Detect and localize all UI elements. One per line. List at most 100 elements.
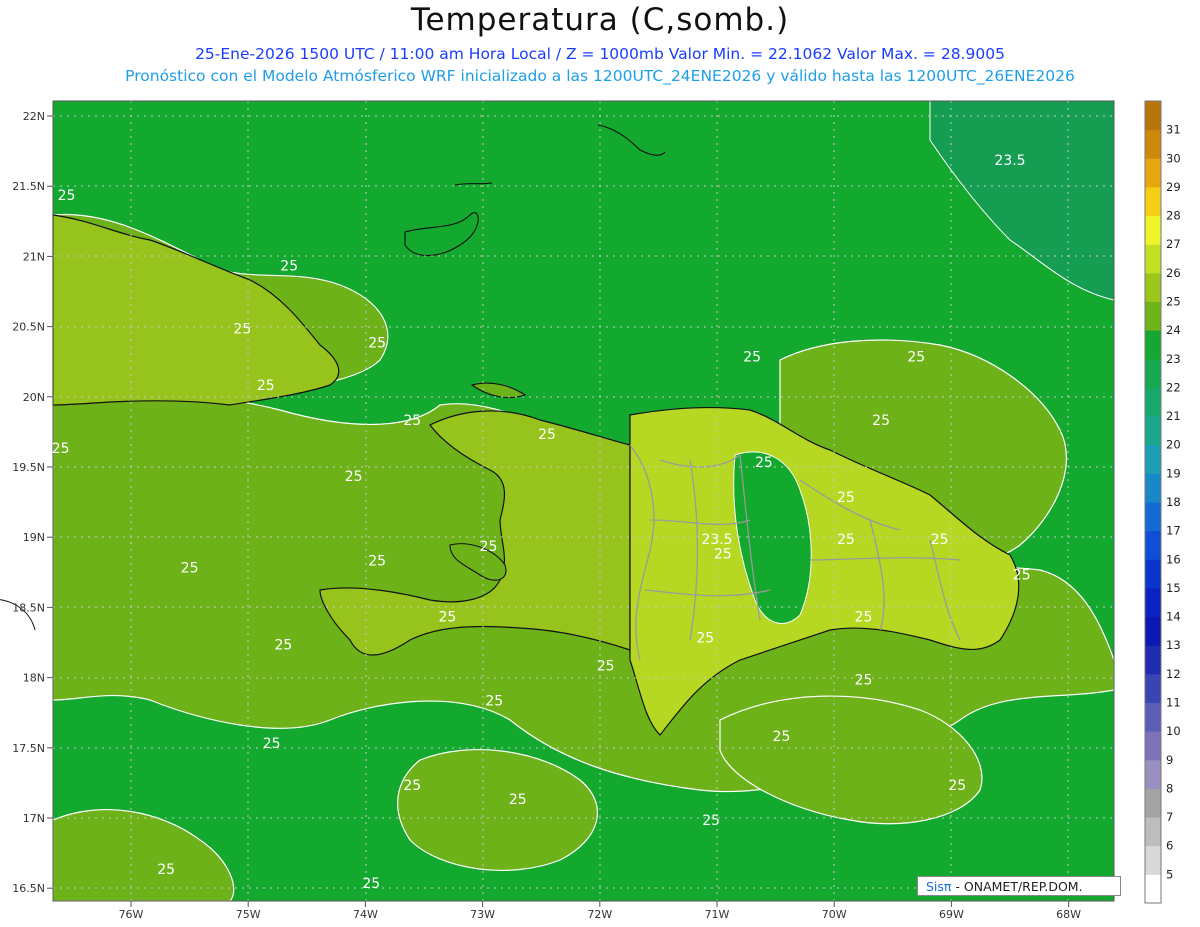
contour-label: 25 bbox=[52, 441, 70, 457]
lat-tick-label: 18N bbox=[23, 672, 45, 685]
legend-swatch bbox=[1145, 158, 1161, 188]
contour-label: 25 bbox=[837, 490, 855, 506]
lat-tick-label: 20N bbox=[23, 391, 45, 404]
legend-swatch bbox=[1145, 530, 1161, 560]
lon-tick-label: 75W bbox=[236, 908, 261, 921]
contour-label: 25 bbox=[872, 413, 890, 429]
contour-label: 25 bbox=[439, 609, 457, 625]
legend-swatch bbox=[1145, 215, 1161, 245]
legend-swatch bbox=[1145, 788, 1161, 818]
legend-swatch bbox=[1145, 129, 1161, 159]
legend-label: 27 bbox=[1166, 237, 1181, 251]
legend-label: 6 bbox=[1166, 839, 1173, 853]
legend-label: 29 bbox=[1166, 180, 1181, 194]
contour-label: 25 bbox=[274, 638, 292, 654]
legend-swatch bbox=[1145, 645, 1161, 675]
contour-label: 25 bbox=[345, 469, 363, 485]
lon-tick-label: 71W bbox=[705, 908, 730, 921]
legend-label: 30 bbox=[1166, 151, 1181, 165]
legend-swatch bbox=[1145, 101, 1161, 131]
map-subtitle-valid-time: 25-Ene-2026 1500 UTC / 11:00 am Hora Loc… bbox=[195, 45, 1005, 63]
lat-tick-label: 21N bbox=[23, 250, 45, 263]
legend-label: 16 bbox=[1166, 552, 1181, 566]
legend-swatch bbox=[1145, 759, 1161, 789]
contour-label: 25 bbox=[280, 258, 298, 274]
legend-label: 25 bbox=[1166, 295, 1181, 309]
legend-swatch bbox=[1145, 587, 1161, 618]
legend-swatch bbox=[1145, 244, 1161, 274]
legend-swatch bbox=[1145, 559, 1161, 589]
color-legend: 5 6 7 8 9 10 11 12 13 14 15 16 17 18 19 20 21 22 23 24 25 26 2… bbox=[1144, 100, 1181, 904]
legend-label: 8 bbox=[1166, 781, 1173, 795]
legend-label: 24 bbox=[1166, 323, 1181, 337]
contour-label: 25 bbox=[755, 455, 773, 471]
contour-label: 25 bbox=[480, 539, 498, 555]
lon-tick-label: 68W bbox=[1056, 908, 1081, 921]
legend-label: 5 bbox=[1166, 867, 1173, 881]
legend-swatch bbox=[1145, 731, 1161, 761]
credit-box: Sisπ - ONAMET/REP.DOM. bbox=[917, 876, 1121, 896]
contour-label: 25 bbox=[773, 729, 791, 745]
lat-tick-label: 16.5N bbox=[12, 882, 45, 895]
contour-label: 25 bbox=[743, 350, 761, 366]
map-subtitle-model-info: Pronóstico con el Modelo Atmósferico WRF… bbox=[125, 67, 1075, 85]
legend-label: 9 bbox=[1166, 753, 1173, 767]
contour-label: 23.5 bbox=[701, 532, 732, 548]
contour-label: 25 bbox=[837, 532, 855, 548]
contour-label: 25 bbox=[368, 553, 386, 569]
legend-label: 19 bbox=[1166, 466, 1181, 480]
legend-label: 28 bbox=[1166, 209, 1181, 223]
lat-tick-label: 20.5N bbox=[12, 321, 45, 334]
legend-label: 12 bbox=[1166, 667, 1181, 681]
legend-label: 31 bbox=[1166, 123, 1181, 137]
map-title: Temperatura (C,somb.) bbox=[410, 2, 790, 38]
legend-label: 15 bbox=[1166, 581, 1181, 595]
legend-swatch bbox=[1145, 616, 1161, 646]
credit-text: - ONAMET/REP.DOM. bbox=[951, 879, 1083, 894]
lon-tick-label: 76W bbox=[119, 908, 144, 921]
lon-tick-label: 70W bbox=[822, 908, 847, 921]
lat-tick-label: 22N bbox=[23, 110, 45, 123]
lat-tick-label: 17.5N bbox=[12, 742, 45, 755]
lat-tick-label: 19.5N bbox=[12, 461, 45, 474]
legend-label: 26 bbox=[1166, 266, 1181, 280]
legend-label: 21 bbox=[1166, 409, 1181, 423]
contour-label: 25 bbox=[696, 631, 714, 647]
contour-label: 25 bbox=[597, 659, 615, 675]
contour-label: 25 bbox=[714, 546, 732, 562]
legend-swatch bbox=[1145, 817, 1161, 847]
contour-label: 25 bbox=[702, 813, 720, 829]
legend-swatch bbox=[1145, 272, 1161, 302]
legend-swatch bbox=[1145, 301, 1161, 331]
lon-tick-label: 69W bbox=[939, 908, 964, 921]
contour-label: 25 bbox=[855, 673, 873, 689]
sispi-logo-text: Sisπ bbox=[926, 879, 952, 894]
legend-swatch bbox=[1145, 387, 1161, 417]
contour-label: 25 bbox=[538, 427, 556, 443]
contour-label: 25 bbox=[1013, 567, 1031, 583]
contour-label: 25 bbox=[263, 736, 281, 752]
legend-swatch bbox=[1145, 702, 1161, 732]
contour-label: 25 bbox=[948, 778, 966, 794]
contour-label: 25 bbox=[931, 532, 949, 548]
contour-label: 25 bbox=[907, 350, 925, 366]
legend-swatch bbox=[1145, 358, 1161, 388]
legend-label: 22 bbox=[1166, 380, 1181, 394]
legend-swatch bbox=[1145, 874, 1161, 904]
contour-label: 25 bbox=[362, 876, 380, 892]
longitude-axis: 76W 75W 74W 73W 72W 71W 70W 69W 68W bbox=[119, 901, 1081, 921]
legend-swatch bbox=[1145, 473, 1161, 503]
legend-label: 20 bbox=[1166, 438, 1181, 452]
legend-swatch bbox=[1145, 673, 1161, 703]
legend-label: 18 bbox=[1166, 495, 1181, 509]
legend-label: 23 bbox=[1166, 352, 1181, 366]
lon-tick-label: 72W bbox=[587, 908, 612, 921]
lon-tick-label: 74W bbox=[353, 908, 378, 921]
legend-label: 10 bbox=[1166, 724, 1181, 738]
contour-label: 25 bbox=[58, 188, 76, 204]
contour-label: 25 bbox=[855, 609, 873, 625]
temperature-map: 22N 21.5N 21N 20.5N 20N 19.5N 19N 18.5N 18N 17.5N… bbox=[0, 100, 1181, 921]
contour-label: 25 bbox=[509, 792, 527, 808]
contour-label: 23.5 bbox=[994, 153, 1025, 169]
legend-label: 14 bbox=[1166, 610, 1181, 624]
